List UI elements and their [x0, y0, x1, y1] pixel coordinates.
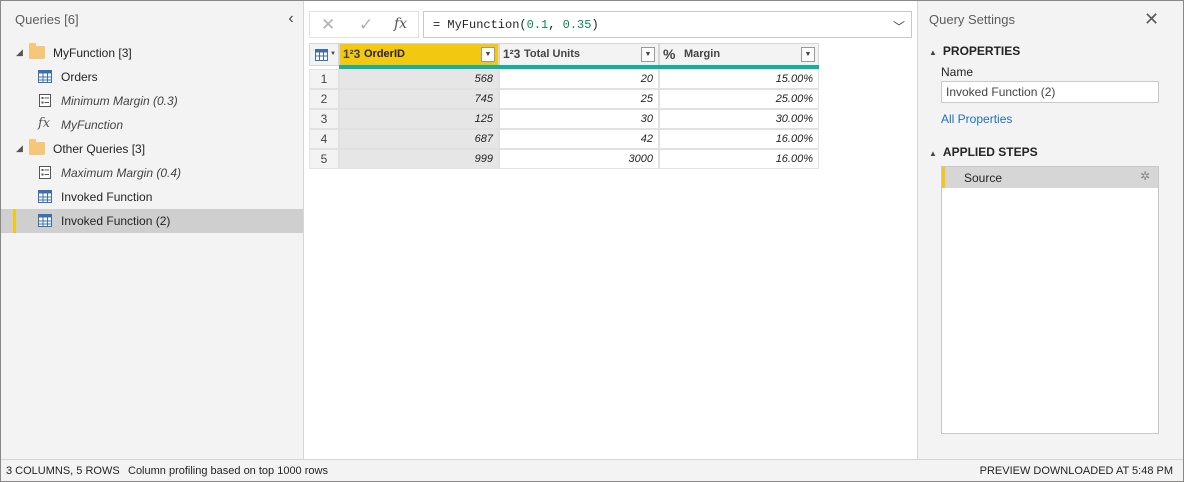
- close-icon[interactable]: ✕: [1144, 9, 1159, 30]
- query-item-orders[interactable]: Orders: [1, 65, 303, 89]
- data-grid: ▼ 1²3 OrderID ▼ 1²3 Total Units ▼ % Marg…: [309, 43, 819, 174]
- formula-bar: ✕ ✓ fx = MyFunction(0.1, 0.35) ﹀: [309, 11, 912, 38]
- queries-pane: Queries [6] ‹ ◢ MyFunction [3] Orders Mi…: [1, 1, 304, 459]
- table-cell[interactable]: 20: [499, 69, 659, 89]
- table-cell[interactable]: 42: [499, 129, 659, 149]
- query-item-label: MyFunction: [61, 118, 124, 132]
- applied-steps-section-header[interactable]: ▲ APPLIED STEPS: [929, 145, 1038, 159]
- row-number[interactable]: 3: [309, 109, 339, 129]
- table-cell[interactable]: 25.00%: [659, 89, 819, 109]
- query-group-myfunction[interactable]: ◢ MyFunction [3]: [1, 41, 303, 65]
- table-icon: [315, 49, 328, 61]
- properties-section-header[interactable]: ▲ PROPERTIES: [929, 44, 1020, 58]
- table-menu-button[interactable]: ▼: [309, 43, 339, 66]
- cancel-x-icon[interactable]: ✕: [321, 15, 335, 35]
- all-properties-link[interactable]: All Properties: [941, 112, 1012, 126]
- gear-icon[interactable]: ✲: [1140, 169, 1150, 183]
- table-cell[interactable]: 687: [339, 129, 499, 149]
- column-header-orderid[interactable]: 1²3 OrderID ▼: [339, 43, 499, 66]
- applied-step-source[interactable]: Source ✲: [942, 167, 1158, 188]
- table-cell[interactable]: 745: [339, 89, 499, 109]
- name-label: Name: [941, 65, 974, 79]
- query-item-label: Orders: [61, 70, 98, 84]
- table-cell[interactable]: 30: [499, 109, 659, 129]
- collapse-triangle-icon: ▲: [929, 149, 937, 158]
- query-item-label: Maximum Margin (0.4): [61, 166, 182, 180]
- expand-formula-chevron-down-icon[interactable]: ﹀: [893, 18, 905, 35]
- formula-input[interactable]: = MyFunction(0.1, 0.35) ﹀: [423, 11, 912, 38]
- column-filter-dropdown[interactable]: ▼: [641, 47, 655, 62]
- query-item-maximum-margin[interactable]: Maximum Margin (0.4): [1, 161, 303, 185]
- query-item-label: Minimum Margin (0.3): [61, 94, 178, 108]
- query-settings-title: Query Settings: [929, 12, 1015, 27]
- whole-number-type-icon[interactable]: 1²3: [343, 47, 360, 61]
- query-item-invoked-function-2[interactable]: Invoked Function (2): [1, 209, 303, 233]
- query-item-myfunction[interactable]: fx MyFunction: [1, 113, 303, 137]
- row-number[interactable]: 5: [309, 149, 339, 169]
- row-number[interactable]: 1: [309, 69, 339, 89]
- query-group-other-queries[interactable]: ◢ Other Queries [3]: [1, 137, 303, 161]
- column-filter-dropdown[interactable]: ▼: [801, 47, 815, 62]
- table-cell[interactable]: 568: [339, 69, 499, 89]
- table-cell[interactable]: 125: [339, 109, 499, 129]
- query-item-invoked-function[interactable]: Invoked Function: [1, 185, 303, 209]
- column-header-label: Margin: [684, 48, 721, 60]
- query-settings-pane: Query Settings ✕ ▲ PROPERTIES Name Invoke…: [917, 1, 1183, 459]
- folder-icon: [29, 43, 45, 59]
- table-icon: [38, 70, 52, 83]
- status-summary: 3 COLUMNS, 5 ROWS: [6, 465, 120, 477]
- expand-triangle-icon[interactable]: ◢: [16, 143, 23, 154]
- expand-triangle-icon[interactable]: ◢: [16, 47, 23, 58]
- table-cell[interactable]: 25: [499, 89, 659, 109]
- table-cell[interactable]: 3000: [499, 149, 659, 169]
- table-cell[interactable]: 15.00%: [659, 69, 819, 89]
- chevron-down-icon: ▼: [330, 51, 336, 57]
- query-group-label: MyFunction [3]: [53, 46, 132, 60]
- queries-pane-title: Queries [6]: [15, 12, 79, 27]
- parameter-icon: [39, 166, 51, 179]
- table-cell[interactable]: 16.00%: [659, 129, 819, 149]
- column-header-label: OrderID: [364, 48, 405, 60]
- collapse-triangle-icon: ▲: [929, 48, 937, 57]
- preview-timestamp: PREVIEW DOWNLOADED AT 5:48 PM: [979, 465, 1173, 477]
- column-filter-dropdown[interactable]: ▼: [481, 47, 495, 62]
- formula-tools: ✕ ✓ fx: [309, 11, 419, 38]
- insert-function-icon[interactable]: fx: [394, 16, 407, 32]
- column-profiling-status[interactable]: Column profiling based on top 1000 rows: [128, 465, 328, 477]
- column-header-margin[interactable]: % Margin ▼: [659, 43, 819, 66]
- collapse-pane-button[interactable]: ‹: [283, 10, 299, 28]
- table-cell[interactable]: 16.00%: [659, 149, 819, 169]
- folder-icon: [29, 139, 45, 155]
- query-item-minimum-margin[interactable]: Minimum Margin (0.3): [1, 89, 303, 113]
- formula-text: = MyFunction(0.1, 0.35): [433, 18, 599, 32]
- applied-steps-list: Source ✲: [941, 166, 1159, 434]
- query-group-label: Other Queries [3]: [53, 142, 146, 156]
- table-icon: [38, 214, 52, 227]
- selection-indicator: [942, 167, 945, 188]
- row-number[interactable]: 2: [309, 89, 339, 109]
- function-icon: fx: [38, 116, 51, 131]
- query-item-label: Invoked Function: [61, 190, 153, 204]
- whole-number-type-icon[interactable]: 1²3: [503, 47, 520, 61]
- commit-check-icon[interactable]: ✓: [359, 15, 373, 35]
- query-name-input[interactable]: Invoked Function (2): [941, 81, 1159, 103]
- row-number[interactable]: 4: [309, 129, 339, 149]
- status-bar: 3 COLUMNS, 5 ROWS Column profiling based…: [1, 459, 1183, 481]
- selection-indicator: [13, 209, 16, 233]
- column-header-total-units[interactable]: 1²3 Total Units ▼: [499, 43, 659, 66]
- column-header-label: Total Units: [524, 48, 581, 60]
- parameter-icon: [39, 94, 51, 107]
- table-cell[interactable]: 30.00%: [659, 109, 819, 129]
- percentage-type-icon[interactable]: %: [663, 46, 675, 62]
- query-item-label: Invoked Function (2): [61, 214, 171, 228]
- table-icon: [38, 190, 52, 203]
- table-cell[interactable]: 999: [339, 149, 499, 169]
- step-label: Source: [964, 171, 1003, 185]
